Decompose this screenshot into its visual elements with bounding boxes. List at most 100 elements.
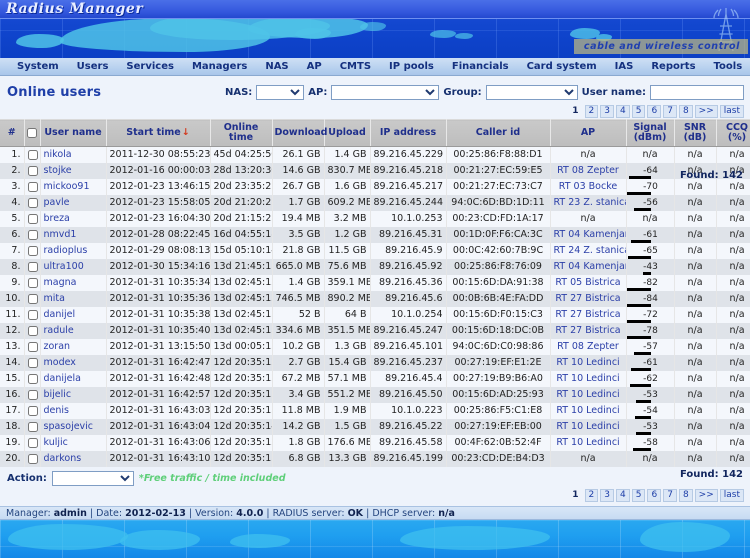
user-name-link[interactable]: ultra100 [44, 261, 84, 272]
ap-link[interactable]: RT 10 Ledinci [556, 405, 619, 416]
ap-cell[interactable]: RT 03 Bocke [550, 179, 627, 195]
row-select-cell[interactable] [24, 355, 41, 371]
menu-item-ias[interactable]: IAS [606, 61, 643, 72]
bottom-pager-last-page-link[interactable]: last [719, 489, 744, 502]
ap-filter-select[interactable] [331, 85, 440, 100]
column-header-download[interactable]: Download [272, 119, 327, 147]
user-name-link[interactable]: breza [44, 213, 70, 224]
bottom-pager-page-5[interactable]: 5 [631, 489, 646, 502]
select-all-checkbox[interactable] [27, 127, 37, 138]
menu-item-services[interactable]: Services [117, 61, 183, 72]
column-header-ccq[interactable]: CCQ (%) [716, 119, 750, 147]
bottom-pager-page-7[interactable]: 7 [663, 489, 677, 502]
row-checkbox[interactable] [27, 309, 38, 320]
row-checkbox[interactable] [27, 149, 38, 160]
user-name-link[interactable]: nmvd1 [44, 229, 77, 240]
row-select-cell[interactable] [24, 451, 41, 467]
row-checkbox[interactable] [27, 373, 38, 384]
menu-item-tools[interactable]: Tools [705, 61, 750, 72]
row-checkbox[interactable] [27, 229, 38, 240]
user-name-cell[interactable]: stojke [40, 163, 107, 179]
ap-cell[interactable]: RT 08 Zepter [550, 339, 627, 355]
ap-link[interactable]: RT 10 Ledinci [556, 389, 619, 400]
row-select-cell[interactable] [24, 259, 41, 275]
column-header-signal[interactable]: Signal (dBm) [626, 119, 675, 147]
row-select-cell[interactable] [24, 291, 41, 307]
menu-item-nas[interactable]: NAS [256, 61, 297, 72]
user-name-link[interactable]: bijelic [44, 389, 72, 400]
user-name-cell[interactable]: ultra100 [40, 259, 107, 275]
user-name-link[interactable]: mita [44, 293, 65, 304]
ap-cell[interactable]: RT 10 Ledinci [550, 371, 627, 387]
menu-item-ap[interactable]: AP [298, 61, 331, 72]
row-checkbox[interactable] [27, 341, 38, 352]
ap-cell[interactable]: RT 27 Bistrica [550, 323, 627, 339]
ap-link[interactable]: RT 05 Bistrica [555, 277, 620, 288]
user-name-cell[interactable]: zoran [40, 339, 107, 355]
ap-link[interactable]: RT 10 Ledinci [556, 421, 619, 432]
bottom-pager-page-8[interactable]: 8 [678, 489, 693, 502]
ap-cell[interactable]: RT 10 Ledinci [550, 419, 627, 435]
user-name-link[interactable]: mickoo91 [44, 181, 90, 192]
ap-link[interactable]: RT 10 Ledinci [556, 373, 619, 384]
ap-link[interactable]: RT 27 Bistrica [555, 293, 620, 304]
user-name-link[interactable]: radule [44, 325, 74, 336]
top-pager-page-5[interactable]: 5 [631, 105, 646, 118]
ap-cell[interactable]: RT 23 Z. stanica [550, 195, 627, 211]
ap-link[interactable]: RT 27 Bistrica [555, 309, 620, 320]
top-pager-last-page-link[interactable]: last [719, 105, 744, 118]
row-select-cell[interactable] [24, 146, 41, 163]
row-checkbox[interactable] [27, 197, 38, 208]
user-name-cell[interactable]: danijela [40, 371, 107, 387]
row-checkbox[interactable] [27, 453, 38, 464]
user-name-link[interactable]: pavle [44, 197, 70, 208]
top-pager-page-2[interactable]: 2 [584, 105, 599, 118]
group-filter-select[interactable] [485, 85, 578, 100]
user-name-cell[interactable]: darkons [40, 451, 107, 467]
menu-item-managers[interactable]: Managers [183, 61, 256, 72]
user-name-cell[interactable]: denis [40, 403, 107, 419]
user-name-link[interactable]: kuljic [44, 437, 68, 448]
user-name-cell[interactable]: bijelic [40, 387, 107, 403]
row-checkbox[interactable] [27, 277, 38, 288]
user-name-link[interactable]: zoran [44, 341, 71, 352]
row-checkbox[interactable] [27, 421, 38, 432]
column-header-caller[interactable]: Caller id [446, 119, 551, 147]
row-select-cell[interactable] [24, 323, 41, 339]
username-filter-input[interactable] [650, 85, 744, 100]
ap-link[interactable]: RT 04 Kamenjar [554, 229, 626, 240]
top-pager-page-8[interactable]: 8 [678, 105, 693, 118]
user-name-link[interactable]: danijela [44, 373, 81, 384]
menu-item-ip-pools[interactable]: IP pools [380, 61, 443, 72]
ap-link[interactable]: RT 10 Ledinci [556, 357, 619, 368]
row-checkbox[interactable] [27, 245, 38, 256]
row-select-cell[interactable] [24, 275, 41, 291]
user-name-link[interactable]: nikola [44, 149, 72, 160]
nas-filter-select[interactable] [256, 85, 305, 100]
row-select-cell[interactable] [24, 403, 41, 419]
row-select-cell[interactable] [24, 179, 41, 195]
ap-cell[interactable]: RT 10 Ledinci [550, 387, 627, 403]
ap-cell[interactable]: RT 24 Z. stanica [550, 243, 627, 259]
top-pager-page-6[interactable]: 6 [647, 105, 662, 118]
bottom-pager-page-4[interactable]: 4 [616, 489, 630, 502]
bottom-pager-page-2[interactable]: 2 [584, 489, 599, 502]
column-header-ip[interactable]: IP address [370, 119, 447, 147]
row-checkbox[interactable] [27, 437, 38, 448]
user-name-link[interactable]: magna [44, 277, 77, 288]
top-pager-page-7[interactable]: 7 [663, 105, 677, 118]
bottom-pager-next-page-link[interactable]: >> [694, 489, 718, 502]
row-select-cell[interactable] [24, 371, 41, 387]
row-select-cell[interactable] [24, 211, 41, 227]
ap-link[interactable]: RT 27 Bistrica [555, 325, 620, 336]
user-name-link[interactable]: darkons [44, 453, 82, 464]
row-checkbox[interactable] [27, 389, 38, 400]
column-header-idx[interactable]: # [0, 119, 25, 147]
user-name-cell[interactable]: pavle [40, 195, 107, 211]
row-select-cell[interactable] [24, 195, 41, 211]
user-name-cell[interactable]: radule [40, 323, 107, 339]
action-select[interactable] [51, 471, 134, 486]
ap-cell[interactable]: RT 10 Ledinci [550, 403, 627, 419]
row-select-cell[interactable] [24, 387, 41, 403]
ap-link[interactable]: RT 04 Kamenjar [554, 261, 626, 272]
